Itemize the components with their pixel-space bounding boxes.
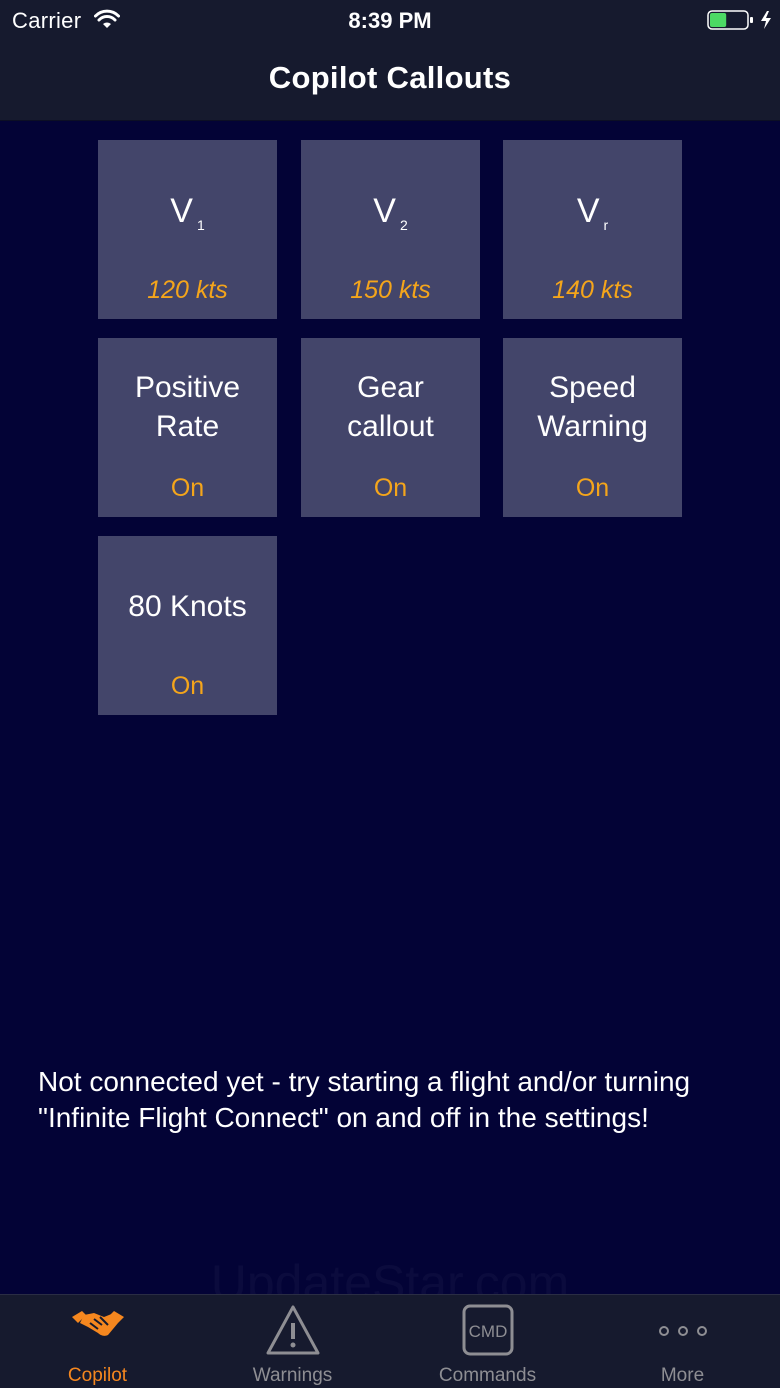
gear-callout-tile[interactable]: Gear callout On [301, 338, 480, 517]
tile-value: 140 kts [552, 276, 633, 304]
tile-title: Vr [576, 192, 609, 233]
tab-more[interactable]: More [585, 1295, 780, 1388]
tile-title: Positive Rate [134, 371, 241, 443]
tab-label: Copilot [67, 1365, 128, 1386]
tab-warnings[interactable]: Warnings [195, 1295, 390, 1388]
tile-title: 80 Knots [128, 590, 247, 623]
tile-value: 120 kts [147, 276, 228, 304]
tile-subscript: 1 [196, 217, 205, 233]
80-knots-tile[interactable]: 80 Knots On [98, 536, 277, 715]
page-title: Copilot Callouts [268, 60, 512, 95]
tile-value: On [373, 474, 408, 502]
tile-value: 150 kts [350, 276, 431, 304]
tile-value: On [170, 672, 205, 700]
handshake-icon [71, 1311, 124, 1336]
v2-callout-tile[interactable]: V2 150 kts [301, 140, 480, 319]
tab-label: More [660, 1365, 705, 1386]
tab-commands[interactable]: CMD Commands [390, 1295, 585, 1388]
connection-status-message: Not connected yet - try starting a fligh… [38, 1066, 691, 1133]
warning-triangle-icon [266, 1305, 319, 1355]
vr-callout-tile[interactable]: Vr 140 kts [503, 140, 682, 319]
tab-bar: Copilot Warnings CMD Commands More [0, 1294, 780, 1388]
tab-label: Commands [438, 1365, 537, 1386]
positive-rate-tile[interactable]: Positive Rate On [98, 338, 277, 517]
battery-charging-icon [707, 10, 771, 30]
tile-title: V2 [373, 192, 408, 233]
tab-label: Warnings [252, 1365, 333, 1386]
nav-bar: Copilot Callouts [0, 40, 780, 121]
status-time: 8:39 PM [348, 8, 432, 33]
speed-warning-tile[interactable]: Speed Warning On [503, 338, 682, 517]
tab-copilot[interactable]: Copilot [0, 1295, 195, 1388]
battery-level-fill [710, 13, 727, 27]
tile-title: Gear callout [347, 371, 434, 443]
more-dots-icon [658, 1326, 707, 1336]
cmd-key-icon: CMD [462, 1304, 513, 1356]
tile-title: Speed Warning [537, 371, 648, 443]
cmd-icon-text: CMD [468, 1322, 507, 1341]
tile-value: On [575, 474, 610, 502]
status-bar: Carrier 8:39 PM [0, 0, 780, 40]
tile-value: On [170, 474, 205, 502]
v1-callout-tile[interactable]: V1 120 kts [98, 140, 277, 319]
tile-subscript: 2 [399, 217, 408, 233]
tile-title: V1 [170, 192, 205, 233]
tile-subscript: r [603, 217, 609, 233]
